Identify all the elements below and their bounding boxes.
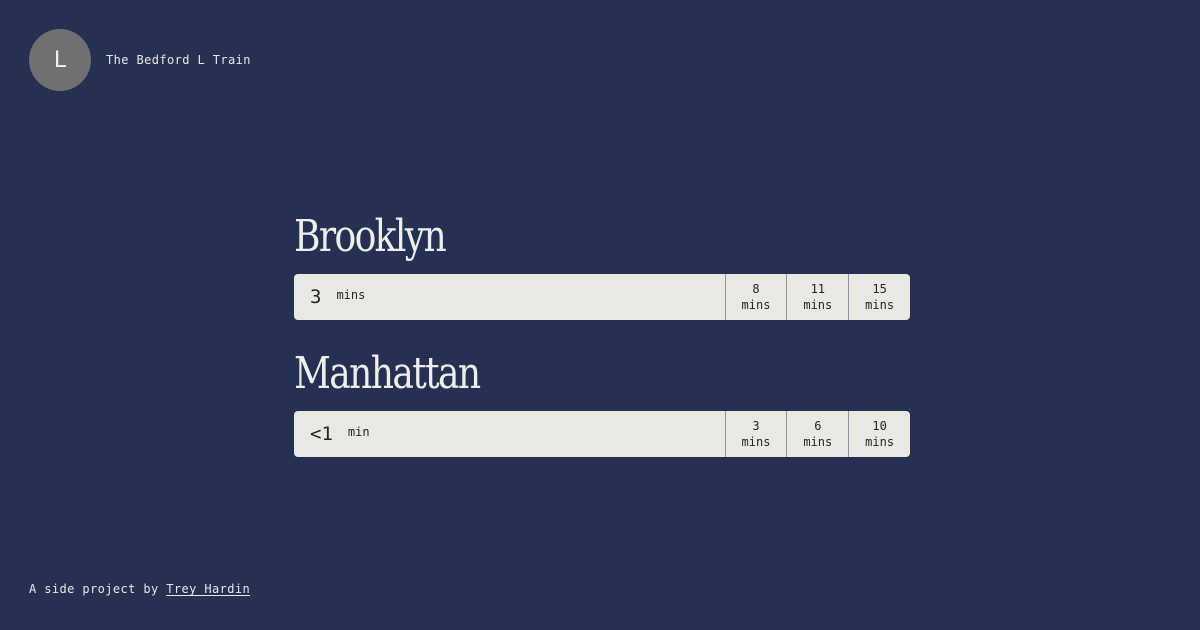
direction-brooklyn: Brooklyn 3 mins 8 mins 11 mins 15 mins [294,208,910,320]
later-train: 11 mins [786,274,848,320]
later-train: 10 mins [848,411,910,457]
footer: A side project by Trey Hardin [29,582,250,596]
site-header: L The Bedford L Train [29,29,251,91]
direction-manhattan: Manhattan <1 min 3 mins 6 mins 10 mins [294,345,910,457]
later-train-value: 10 [872,419,887,433]
next-train: <1 min [294,411,725,457]
arrival-bar: 3 mins 8 mins 11 mins 15 mins [294,274,910,320]
later-train: 6 mins [786,411,848,457]
next-train-value: <1 [310,423,333,445]
direction-title: Brooklyn [294,211,447,262]
next-train-unit: mins [336,288,366,302]
later-train-unit: mins [741,435,771,449]
later-train-unit: mins [803,298,833,312]
later-train: 3 mins [724,411,787,457]
later-train-value: 3 [752,419,760,433]
next-train-unit: min [347,425,370,439]
later-train-unit: mins [865,435,895,449]
later-train-unit: mins [741,298,771,312]
next-train: 3 mins [294,274,725,320]
later-train-value: 8 [752,282,760,296]
later-train: 15 mins [848,274,910,320]
later-train-value: 11 [810,282,826,296]
footer-prefix: A side project by [29,582,159,596]
direction-title: Manhattan [294,348,481,399]
next-train-value: 3 [310,286,322,308]
later-train: 8 mins [724,274,787,320]
logo-letter: L [53,47,67,73]
later-train-value: 15 [872,282,887,296]
author-link[interactable]: Trey Hardin [166,582,250,596]
site-title: The Bedford L Train [106,53,251,67]
later-train-unit: mins [865,298,895,312]
arrival-bar: <1 min 3 mins 6 mins 10 mins [294,411,910,457]
logo-badge[interactable]: L [29,29,91,91]
later-train-value: 6 [814,419,822,433]
later-train-unit: mins [803,435,833,449]
